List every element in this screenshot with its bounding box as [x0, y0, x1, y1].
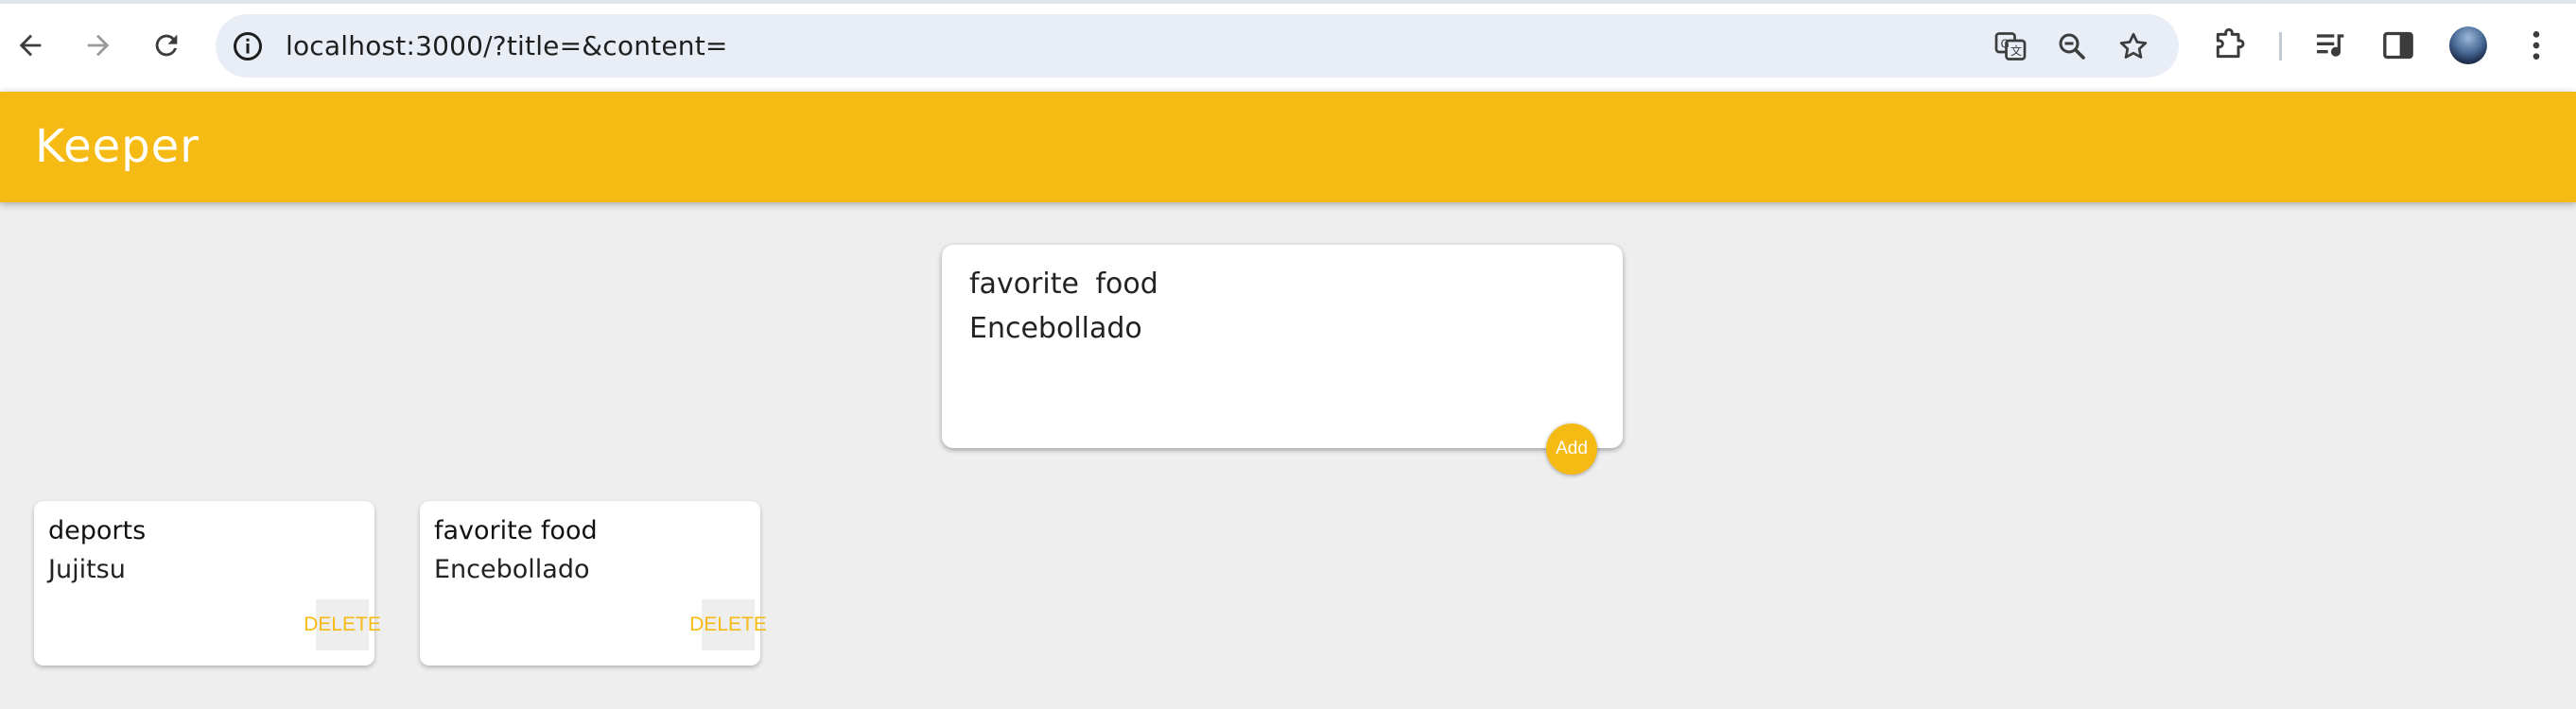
zoom-out-icon[interactable]	[2055, 29, 2089, 63]
arrow-left-icon	[19, 34, 42, 57]
note-card: favorite food Encebollado DELETE	[420, 501, 767, 666]
note-card: deports Jujitsu DELETE	[34, 501, 381, 666]
back-button[interactable]	[6, 21, 55, 70]
info-icon[interactable]	[231, 29, 265, 63]
side-panel-icon[interactable]	[2379, 26, 2417, 64]
reload-icon	[155, 34, 178, 57]
delete-button[interactable]: DELETE	[304, 599, 381, 650]
delete-button[interactable]: DELETE	[689, 599, 767, 650]
create-note-form: favorite food Encebollado	[942, 245, 1623, 448]
media-queue-icon[interactable]	[2312, 26, 2350, 64]
app-title: Keeper	[35, 120, 200, 173]
forward-button[interactable]	[74, 21, 123, 70]
app-header: Keeper	[0, 92, 2576, 202]
address-bar[interactable]: localhost:3000/?title=&content= G 文	[216, 14, 2179, 78]
note-title: favorite food	[434, 516, 598, 545]
star-icon[interactable]	[2116, 29, 2150, 63]
kebab-menu-icon[interactable]	[2517, 26, 2555, 64]
avatar[interactable]	[2449, 26, 2487, 64]
puzzle-icon[interactable]	[2210, 26, 2248, 64]
reload-button[interactable]	[142, 21, 191, 70]
arrow-right-icon	[87, 34, 110, 57]
note-title-input[interactable]: favorite food	[969, 268, 1158, 301]
browser-toolbar: localhost:3000/?title=&content= G 文	[0, 0, 2576, 92]
svg-text:文: 文	[2010, 43, 2022, 58]
toolbar-divider	[2279, 32, 2282, 61]
note-content: Encebollado	[434, 555, 590, 584]
translate-icon[interactable]: G 文	[1993, 29, 2028, 63]
add-button[interactable]: Add	[1546, 424, 1597, 475]
note-content-textarea[interactable]: Encebollado	[969, 312, 1142, 345]
note-title: deports	[48, 516, 147, 545]
tab-strip	[0, 0, 2576, 4]
url-text[interactable]: localhost:3000/?title=&content=	[286, 14, 728, 78]
note-content: Jujitsu	[48, 555, 126, 584]
svg-text:G: G	[2001, 38, 2010, 51]
